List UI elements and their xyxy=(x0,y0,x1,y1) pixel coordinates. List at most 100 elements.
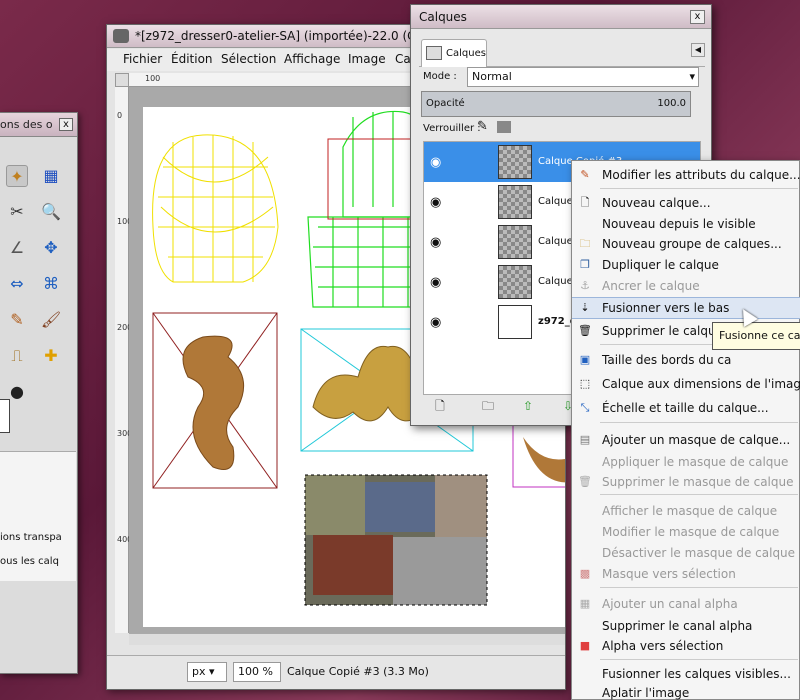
raise-layer-icon[interactable]: ⇧ xyxy=(521,399,535,413)
menu-item-duplicate[interactable]: ❐ Dupliquer le calque xyxy=(572,255,800,275)
mode-select[interactable]: Normal ▾ xyxy=(467,67,699,87)
menu-item-merge-visible[interactable]: Fusionner les calques visibles... xyxy=(572,664,800,684)
menu-item-apply-mask[interactable]: Appliquer le masque de calque xyxy=(572,452,800,472)
eye-icon[interactable]: ◉ xyxy=(430,195,441,210)
partial-wood-ornament xyxy=(523,437,565,483)
menu-affichage[interactable]: Affichage xyxy=(284,52,340,66)
menu-image[interactable]: Image xyxy=(348,52,386,66)
move-icon[interactable]: ✥ xyxy=(40,237,62,259)
menu-item-label: Dupliquer le calque xyxy=(602,258,719,272)
new-layer-icon[interactable]: 🗋 xyxy=(433,399,447,413)
layer-thumbnail xyxy=(498,265,532,299)
heal-icon[interactable]: ✚ xyxy=(40,345,62,367)
eye-icon[interactable]: ◉ xyxy=(430,275,441,290)
alpha-icon: ▦ xyxy=(579,597,591,610)
menu-item-anchor[interactable]: ⚓ Ancrer le calque xyxy=(572,276,800,296)
scissors-icon[interactable]: ✂ xyxy=(6,201,28,223)
menu-item-label: Supprimer le calque xyxy=(602,324,723,338)
menu-item-merge-down[interactable]: ⇣ Fusionner vers le bas xyxy=(572,297,800,319)
folder-icon[interactable]: 🗀 xyxy=(481,399,495,413)
eye-icon[interactable]: ◉ xyxy=(430,315,441,330)
layers-dock-title: Calques xyxy=(419,10,467,24)
fuzzy-select-icon[interactable]: ✦ xyxy=(6,165,28,187)
trash-icon: 🗑 xyxy=(578,324,592,337)
zoom-select[interactable]: 100 % xyxy=(233,662,281,682)
ruler-corner[interactable] xyxy=(115,73,129,87)
toolbox-titlebar[interactable]: ons des o x xyxy=(0,113,77,137)
tab-calques[interactable]: Calques xyxy=(421,39,487,67)
yellow-wireframe-object xyxy=(152,134,279,283)
menu-calques[interactable]: Ca xyxy=(395,52,411,66)
anchor-icon: ⚓ xyxy=(580,279,590,292)
horizontal-scrollbar[interactable] xyxy=(129,633,565,645)
menu-item-boundary-size[interactable]: ▣ Taille des bords du ca xyxy=(572,350,800,370)
layers-dock-titlebar[interactable]: Calques x xyxy=(411,5,711,29)
menu-item-label: Ancrer le calque xyxy=(602,279,700,293)
paintbrush-icon[interactable]: 🖌 xyxy=(40,309,62,331)
menu-item-label: Nouveau calque... xyxy=(602,196,711,210)
menu-item-edit-attributes[interactable]: ✎ Modifier les attributs du calque... xyxy=(572,165,800,185)
duplicate-icon: ❐ xyxy=(580,258,590,271)
menu-item-label: Désactiver le masque de calque xyxy=(602,546,796,560)
tool-options-panel: ions transpa ous les calq xyxy=(0,451,76,581)
vertical-ruler[interactable]: 0 100 200 300 400 xyxy=(115,87,132,633)
menu-selection[interactable]: Sélection xyxy=(221,52,276,66)
menu-fichier[interactable]: Fichier xyxy=(123,52,162,66)
color-swatch[interactable] xyxy=(0,399,10,433)
zoom-icon[interactable]: 🔍 xyxy=(40,201,62,223)
menu-item-new-from-visible[interactable]: Nouveau depuis le visible xyxy=(572,214,800,234)
menu-item-flatten[interactable]: Aplatir l'image xyxy=(572,683,800,700)
menu-separator xyxy=(600,422,798,423)
menu-item-label: Afficher le masque de calque xyxy=(602,504,778,518)
toolbox-close-button[interactable]: x xyxy=(59,118,73,131)
menu-item-label: Nouveau groupe de calques... xyxy=(602,237,782,251)
menu-item-add-mask[interactable]: ▤ Ajouter un masque de calque... xyxy=(572,430,800,450)
menu-item-new-group[interactable]: 🗀 Nouveau groupe de calques... xyxy=(572,234,800,254)
tab-menu-button[interactable]: ◀ xyxy=(691,43,705,57)
menu-item-label: Fusionner vers le bas xyxy=(602,301,730,315)
menu-item-delete-mask[interactable]: 🗑 Supprimer le masque de calque xyxy=(572,472,800,492)
lock-alpha-icon[interactable] xyxy=(497,121,511,133)
measure-icon[interactable]: ∠ xyxy=(6,237,28,259)
layer-boundary-icon: ▣ xyxy=(579,353,591,366)
menu-item-mask-to-selection[interactable]: ▩ Masque vers sélection xyxy=(572,564,800,584)
opacity-label: Opacité xyxy=(426,98,465,109)
scale-layer-icon: ⤡ xyxy=(580,401,590,414)
menu-item-layer-to-image[interactable]: ⬚ Calque aux dimensions de l'image xyxy=(572,374,800,394)
lock-pixels-icon[interactable]: ✎ xyxy=(477,119,488,134)
menu-item-scale-layer[interactable]: ⤡ Échelle et taille du calque... xyxy=(572,398,800,418)
trash-icon: 🗑 xyxy=(578,475,592,488)
wooden-scroll-ornament xyxy=(182,335,245,470)
menu-item-add-alpha[interactable]: ▦ Ajouter un canal alpha xyxy=(572,594,800,614)
unit-select[interactable]: px ▾ xyxy=(187,662,227,682)
menu-item-remove-alpha[interactable]: Supprimer le canal alpha xyxy=(572,616,800,636)
stamp-icon[interactable]: ⎍ xyxy=(6,345,28,367)
color-select-icon[interactable]: ▦ xyxy=(40,165,62,187)
menu-item-edit-mask[interactable]: Modifier le masque de calque xyxy=(572,522,800,542)
menu-item-label: Masque vers sélection xyxy=(602,567,736,581)
menu-item-show-mask[interactable]: Afficher le masque de calque xyxy=(572,501,800,521)
gimp-logo-icon xyxy=(113,29,129,43)
menu-item-new-layer[interactable]: 🗋 Nouveau calque... xyxy=(572,193,800,213)
eye-icon[interactable]: ◉ xyxy=(430,155,441,170)
zoom-unit: % xyxy=(262,665,273,678)
layer-thumbnail xyxy=(498,305,532,339)
layers-close-button[interactable]: x xyxy=(690,10,705,24)
pencil-icon[interactable]: ✎ xyxy=(6,309,28,331)
mask-selection-icon: ▩ xyxy=(579,567,591,580)
menu-item-disable-mask[interactable]: Désactiver le masque de calque xyxy=(572,543,800,563)
menu-separator xyxy=(600,188,798,189)
flip-icon[interactable]: ⇔ xyxy=(6,273,28,295)
layers-tab-icon xyxy=(426,46,442,60)
cage-transform-icon[interactable]: ⌘ xyxy=(40,273,62,295)
image-window-title: *[z972_dresser0-atelier-SA] (importée)-2… xyxy=(135,29,449,43)
menu-item-alpha-to-selection[interactable]: ■ Alpha vers sélection xyxy=(572,636,800,656)
menu-edition[interactable]: Édition xyxy=(171,52,213,66)
opacity-slider[interactable]: Opacité 100.0 xyxy=(421,91,691,117)
opacity-value: 100.0 xyxy=(657,98,686,109)
menu-item-label: Appliquer le masque de calque xyxy=(602,455,789,469)
menu-item-label: Taille des bords du ca xyxy=(602,353,732,367)
menu-separator xyxy=(600,587,798,588)
option-transparent-text: ions transpa xyxy=(0,532,62,543)
eye-icon[interactable]: ◉ xyxy=(430,235,441,250)
